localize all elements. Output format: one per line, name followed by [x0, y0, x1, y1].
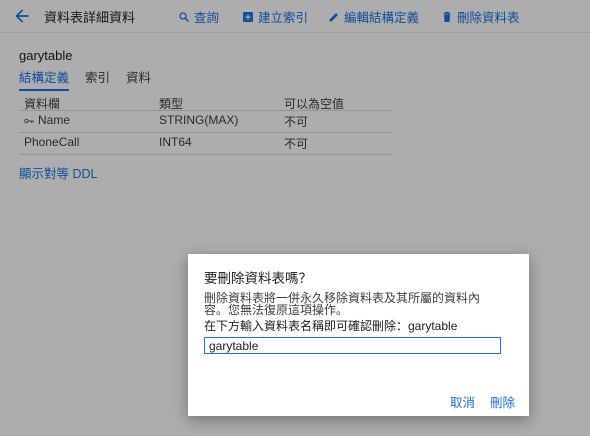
- delete-button[interactable]: 刪除: [490, 392, 515, 411]
- cancel-button[interactable]: 取消: [450, 392, 475, 411]
- delete-table-dialog: 要刪除資料表嗎？ 刪除資料表將一併永久移除資料表及其所屬的資料內容。您無法復原這…: [188, 254, 529, 416]
- confirm-table-name-input[interactable]: [204, 337, 501, 354]
- dialog-message: 刪除資料表將一併永久移除資料表及其所屬的資料內容。您無法復原這項操作。: [204, 291, 481, 317]
- dialog-title: 要刪除資料表嗎？: [204, 271, 312, 286]
- confirm-prompt: 在下方輸入資料表名稱即可確認刪除：garytable: [204, 319, 458, 333]
